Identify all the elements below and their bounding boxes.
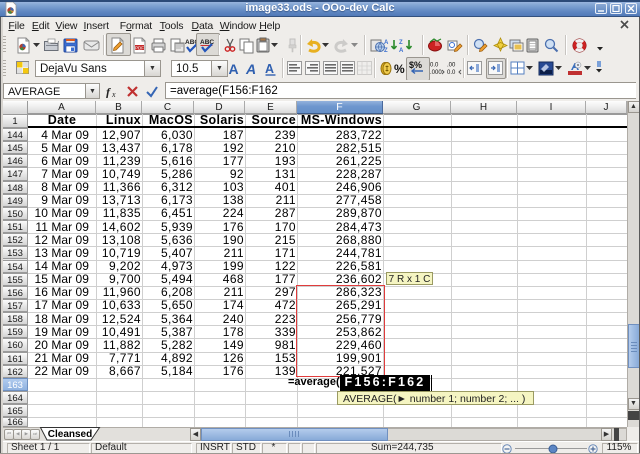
svg-text:A: A: [245, 61, 256, 76]
svg-text:A: A: [399, 48, 404, 54]
svg-text:Z: Z: [399, 40, 403, 46]
svg-text:A: A: [384, 40, 389, 46]
svg-text:A: A: [229, 61, 239, 76]
svg-text:.00: .00: [447, 63, 456, 69]
svg-text:0.0: 0.0: [447, 70, 456, 76]
svg-text:x: x: [111, 90, 116, 98]
svg-text:%: %: [394, 62, 405, 76]
svg-text:PDF: PDF: [135, 45, 144, 50]
svg-text:$%: $%: [409, 60, 422, 70]
svg-text:0.0: 0.0: [430, 63, 439, 69]
svg-text:.000: .000: [430, 70, 442, 76]
svg-text:Z: Z: [384, 48, 388, 54]
svg-text:A: A: [265, 62, 274, 76]
svg-text:f: f: [106, 85, 111, 98]
